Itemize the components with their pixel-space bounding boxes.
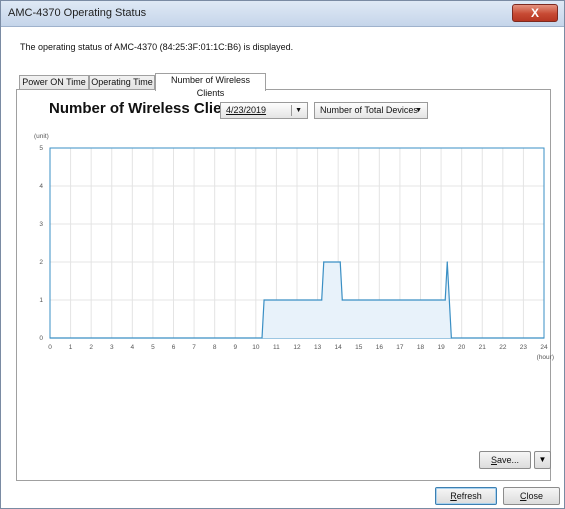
x-tick-label: 14: [335, 344, 343, 351]
x-tick-label: 15: [355, 344, 363, 351]
x-tick-label: 13: [314, 344, 322, 351]
tab-power-on-time[interactable]: Power ON Time: [19, 75, 89, 90]
data-point: [446, 261, 448, 263]
chevron-down-icon: ▼: [415, 107, 422, 114]
save-button[interactable]: Save...: [479, 451, 531, 469]
operating-status-window: AMC-4370 Operating Status X The operatin…: [0, 0, 565, 509]
x-tick-label: 3: [110, 344, 114, 351]
x-tick-label: 9: [233, 344, 237, 351]
x-tick-label: 23: [520, 344, 528, 351]
data-point: [341, 299, 343, 301]
x-tick-label: 18: [417, 344, 425, 351]
y-tick-label: 0: [39, 335, 43, 342]
x-axis-label: (hour): [537, 354, 554, 361]
x-tick-label: 8: [213, 344, 217, 351]
refresh-label: efresh: [456, 491, 482, 501]
x-tick-label: 6: [172, 344, 176, 351]
x-tick-label: 17: [396, 344, 404, 351]
data-point: [261, 337, 263, 339]
data-point: [323, 261, 325, 263]
x-tick-label: 22: [499, 344, 507, 351]
y-tick-label: 5: [39, 145, 43, 152]
close-button[interactable]: Close: [503, 487, 560, 505]
x-tick-label: 21: [479, 344, 487, 351]
y-tick-label: 3: [39, 221, 43, 228]
status-description: The operating status of AMC-4370 (84:25:…: [20, 42, 294, 52]
x-tick-label: 7: [192, 344, 196, 351]
x-tick-label: 4: [131, 344, 135, 351]
data-point: [444, 299, 446, 301]
data-point: [450, 337, 452, 339]
data-point: [321, 299, 323, 301]
device-type-select-value: Number of Total Devices: [320, 105, 418, 115]
x-tick-label: 5: [151, 344, 155, 351]
window-title: AMC-4370 Operating Status: [8, 7, 147, 19]
chart-heading: Number of Wireless Clients: [49, 100, 244, 117]
x-tick-label: 24: [540, 344, 548, 351]
x-tick-label: 0: [48, 344, 52, 351]
title-bar[interactable]: AMC-4370 Operating Status X: [1, 1, 564, 27]
y-tick-label: 1: [39, 297, 43, 304]
data-point: [543, 337, 545, 339]
y-tick-label: 4: [39, 183, 43, 190]
x-tick-label: 16: [376, 344, 384, 351]
data-point: [339, 261, 341, 263]
refresh-button[interactable]: Refresh: [435, 487, 497, 505]
x-tick-label: 2: [89, 344, 93, 351]
x-tick-label: 19: [437, 344, 445, 351]
date-select[interactable]: 4/23/2019 ▼: [220, 102, 308, 119]
x-tick-label: 11: [273, 344, 280, 351]
save-dropdown-button[interactable]: ▼: [534, 451, 551, 469]
data-point: [49, 337, 51, 339]
close-window-button[interactable]: X: [512, 4, 558, 22]
chevron-down-icon: ▼: [295, 107, 302, 114]
wireless-clients-chart: 0 1 2 3 4 5 6 7 8 9 10 11 12 13 14 15 16 17 18 19 20 21 22 23 24…: [34, 133, 554, 361]
close-icon: X: [530, 6, 539, 20]
date-select-separator: [291, 105, 292, 116]
close-label: lose: [526, 491, 543, 501]
y-axis-label: (unit): [34, 133, 49, 140]
x-tick-label: 20: [458, 344, 466, 351]
date-select-value: 4/23/2019: [226, 105, 267, 115]
tab-operating-time[interactable]: Operating Time: [89, 75, 155, 90]
data-point: [263, 299, 265, 301]
x-tick-label: 10: [252, 344, 260, 351]
device-type-select[interactable]: Number of Total Devices ▼: [314, 102, 428, 119]
x-tick-label: 12: [293, 344, 301, 351]
y-tick-label: 2: [39, 259, 43, 266]
tab-number-of-wireless-clients[interactable]: Number of Wireless Clients: [155, 73, 266, 98]
save-label: ave...: [497, 455, 520, 465]
x-tick-label: 1: [69, 344, 73, 351]
triangle-down-icon: ▼: [538, 455, 547, 464]
